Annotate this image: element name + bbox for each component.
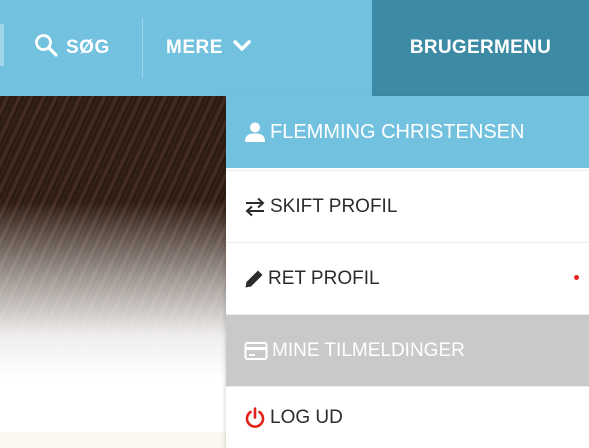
dropdown-item-user-profile[interactable]: FLEMMING CHRISTENSEN <box>226 96 589 168</box>
search-button[interactable]: SØG <box>34 0 110 96</box>
user-dropdown-menu: FLEMMING CHRISTENSEN SKIFT PROFIL RET PR… <box>226 96 589 448</box>
more-label: MERE <box>166 37 223 58</box>
edit-profile-label: RET PROFIL <box>268 267 380 289</box>
dropdown-item-switch-profile[interactable]: SKIFT PROFIL <box>226 170 589 242</box>
user-icon <box>244 121 266 143</box>
nav-edge-divider <box>0 24 4 66</box>
user-name-label: FLEMMING CHRISTENSEN <box>270 120 525 143</box>
card-icon <box>244 341 268 361</box>
nav-divider <box>142 18 143 78</box>
user-menu-label: BRUGERMENU <box>409 37 552 58</box>
content-strip <box>0 432 226 448</box>
dropdown-item-log-out[interactable]: LOG UD <box>226 386 589 448</box>
my-registrations-label: MINE TILMELDINGER <box>272 339 465 361</box>
chevron-down-icon <box>233 37 251 59</box>
notification-dot <box>574 275 579 280</box>
power-icon <box>244 406 266 429</box>
more-menu-button[interactable]: MERE <box>166 0 251 96</box>
dropdown-item-edit-profile[interactable]: RET PROFIL <box>226 242 589 314</box>
search-label: SØG <box>66 37 110 58</box>
pencil-icon <box>244 269 264 289</box>
user-menu-button[interactable]: BRUGERMENU <box>372 0 589 96</box>
search-icon <box>34 33 58 63</box>
log-out-label: LOG UD <box>270 406 343 428</box>
dropdown-item-my-registrations[interactable]: MINE TILMELDINGER <box>226 314 589 386</box>
top-navigation-bar: SØG MERE BRUGERMENU <box>0 0 589 96</box>
swap-arrows-icon <box>244 197 266 217</box>
switch-profile-label: SKIFT PROFIL <box>270 195 398 217</box>
